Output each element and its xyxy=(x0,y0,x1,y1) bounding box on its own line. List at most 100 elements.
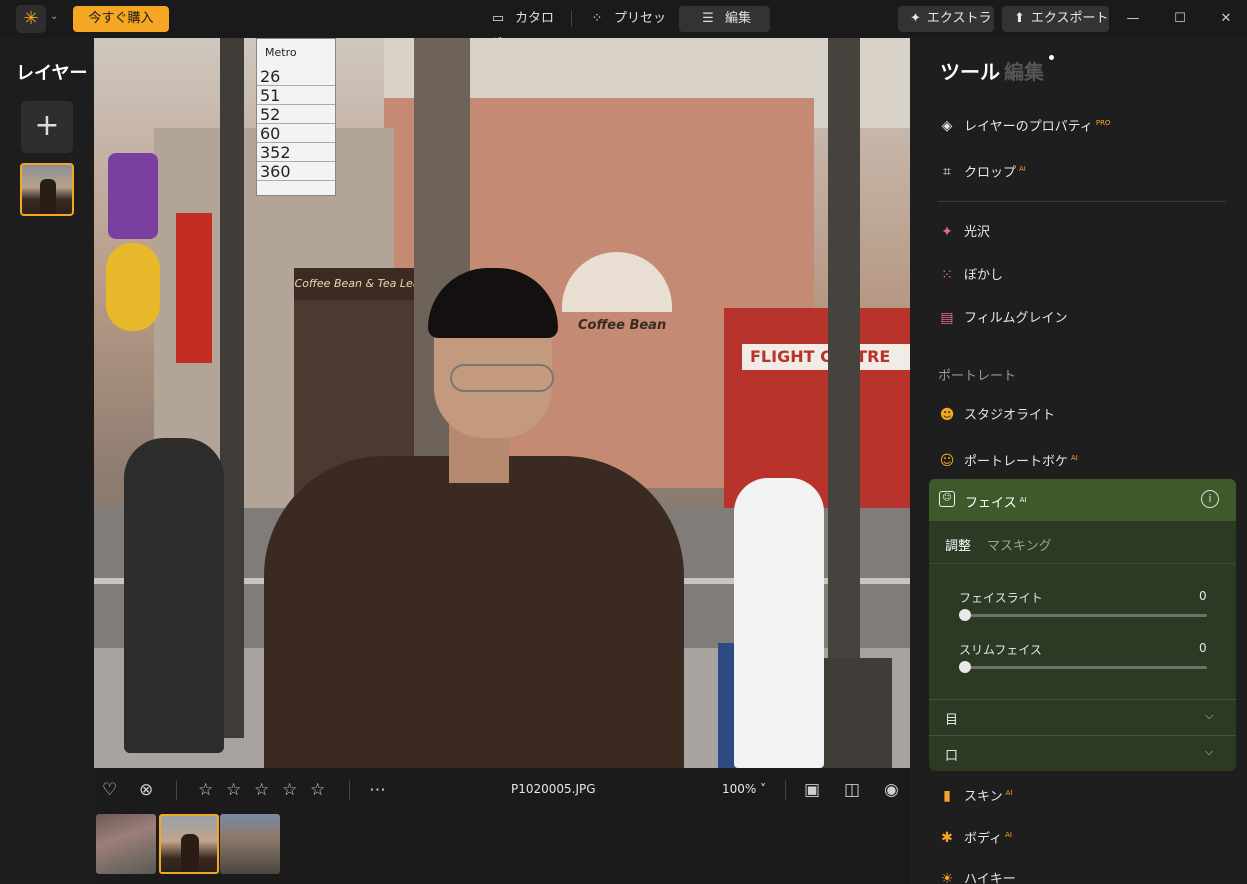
portrait-bokeh-icon: ☺ xyxy=(939,453,955,470)
accordion-label: 口 xyxy=(945,749,959,764)
tool-film-grain[interactable]: ▤ フィルムグレイン xyxy=(938,307,1067,329)
toolbar-divider xyxy=(785,780,786,800)
photo-canvas[interactable]: Coffee Bean & Tea Leaf Coffee Bean FLIGH… xyxy=(94,38,910,768)
panel-divider xyxy=(938,201,1226,202)
star-icon[interactable]: ☆ xyxy=(254,780,269,800)
extras-label: エクストラ xyxy=(926,11,992,26)
tab-masking[interactable]: マスキング xyxy=(987,535,1052,554)
sparkle-icon: ✦ xyxy=(941,224,953,240)
monitor-icon[interactable]: ▣ xyxy=(804,780,820,800)
compare-icon[interactable]: ◫ xyxy=(844,780,860,800)
heart-icon[interactable]: ♡ xyxy=(102,780,117,800)
extras-button[interactable]: ✦ エクストラ xyxy=(898,6,994,32)
tool-label: クロップ xyxy=(964,165,1017,181)
accordion-eyes[interactable]: 目 ⌵ xyxy=(929,699,1236,735)
chevron-down-icon: ⌵ xyxy=(1205,709,1214,722)
star-icon[interactable]: ☆ xyxy=(198,780,213,800)
notification-dot xyxy=(1049,55,1054,60)
filmstrip-thumbnail[interactable] xyxy=(96,814,156,874)
studio-light-icon: ☻ xyxy=(939,407,955,423)
add-layer-button[interactable]: + xyxy=(21,101,73,153)
nav-divider xyxy=(571,11,572,27)
filmstrip-thumbnail-selected[interactable] xyxy=(159,814,219,874)
filmstrip-thumbnail[interactable] xyxy=(220,814,280,874)
metro-route: 360 xyxy=(257,162,335,181)
layers-title: レイヤー xyxy=(16,63,88,84)
plus-icon: + xyxy=(34,108,60,143)
tool-high-key[interactable]: ☀ ハイキー xyxy=(938,868,1016,884)
reject-icon[interactable]: ⊗ xyxy=(139,780,153,800)
eye-icon[interactable]: ◉ xyxy=(884,780,899,800)
face-panel: ☺ フェイス AI i 調整 マスキング フェイスライト 0 スリムフェイス 0 … xyxy=(929,479,1236,771)
ai-badge: AI xyxy=(1005,789,1013,797)
accordion-label: 目 xyxy=(945,713,959,728)
film-icon: ▤ xyxy=(940,310,954,326)
tool-crop[interactable]: ⌗ クロップ AI xyxy=(938,158,1026,180)
star-icon[interactable]: ☆ xyxy=(226,780,241,800)
star-icon[interactable]: ☆ xyxy=(310,780,325,800)
zoom-dropdown[interactable]: 100% ˅ xyxy=(722,782,766,796)
body-icon: ✱ xyxy=(941,830,953,847)
metro-route: 352 xyxy=(257,143,335,162)
tool-label: 光沢 xyxy=(964,225,991,240)
chevron-down-icon: ⌵ xyxy=(1205,745,1214,758)
metro-route: 60 xyxy=(257,124,335,143)
tab-adjust[interactable]: 調整 xyxy=(945,535,971,554)
ai-badge: AI xyxy=(1019,165,1026,173)
ai-badge: AI xyxy=(1005,831,1012,839)
export-button[interactable]: ⬆ エクスポート xyxy=(1002,6,1109,32)
pro-badge: PRO xyxy=(1095,119,1111,127)
skin-icon: ▮ xyxy=(943,788,951,805)
store-sign: FLIGHT CENTRE xyxy=(742,344,910,370)
tab-edit[interactable]: ☰ 編集 xyxy=(679,6,770,32)
tool-studio-light[interactable]: ☻ スタジオライト xyxy=(938,404,1055,426)
maximize-icon[interactable]: ☐ xyxy=(1168,8,1192,30)
photo-toolbar: ♡ ⊗ ☆ ☆ ☆ ☆ ☆ ⋯ P1020005.JPG 100% ˅ ▣ ◫ … xyxy=(94,768,910,812)
blur-grid-icon: ⁙ xyxy=(941,267,953,283)
layer-thumbnail[interactable] xyxy=(20,163,74,216)
tool-portrait-bokeh[interactable]: ☺ ポートレートボケ AI xyxy=(938,447,1078,469)
panel-divider xyxy=(929,563,1236,564)
info-icon[interactable]: i xyxy=(1201,490,1219,508)
face-panel-header[interactable]: ☺ フェイス AI i xyxy=(929,479,1236,521)
tab-presets[interactable]: ⁘プリセット xyxy=(588,6,668,52)
app-logo-icon[interactable]: ✳ xyxy=(16,5,46,33)
edit-title[interactable]: 編集 xyxy=(1004,56,1044,85)
face-light-slider[interactable] xyxy=(959,614,1207,617)
face-light-value: 0 xyxy=(1199,589,1207,603)
metro-route: 26 xyxy=(257,67,335,86)
chevron-down-icon[interactable]: ⌄ xyxy=(50,11,58,22)
toolbar-divider xyxy=(349,780,350,800)
ai-badge: AI xyxy=(1071,454,1078,462)
accordion-mouth[interactable]: 口 ⌵ xyxy=(929,735,1236,771)
slim-face-slider[interactable] xyxy=(959,666,1207,669)
tool-blur[interactable]: ⁙ ぼかし xyxy=(938,264,1003,286)
portrait-section-label: ポートレート xyxy=(938,369,1017,384)
tool-label: スタジオライト xyxy=(964,408,1056,423)
tab-catalog[interactable]: ▭カタログ xyxy=(489,6,559,52)
metro-sign-header: Metro xyxy=(265,46,297,59)
layers-panel: レイヤー + xyxy=(0,38,94,884)
high-key-icon: ☀ xyxy=(940,871,954,884)
tools-title[interactable]: ツール xyxy=(940,56,1000,85)
tool-layer-properties[interactable]: ◈ レイヤーのプロパティ PRO xyxy=(938,112,1111,135)
sparkle-icon: ✦ xyxy=(910,11,921,26)
store-sign: Coffee Bean xyxy=(578,318,667,333)
tool-label: レイヤーのプロパティ xyxy=(964,119,1093,135)
tool-gloss[interactable]: ✦ 光沢 xyxy=(938,221,990,243)
tool-label: フィルムグレイン xyxy=(964,311,1068,326)
tool-body[interactable]: ✱ ボディ AI xyxy=(938,824,1012,846)
buy-now-button[interactable]: 今すぐ購入 xyxy=(73,6,169,32)
metro-route: 52 xyxy=(257,105,335,124)
tab-edit-label: 編集 xyxy=(725,11,752,26)
minimize-icon[interactable]: — xyxy=(1121,8,1145,30)
slim-face-slider-handle[interactable] xyxy=(959,661,971,673)
face-light-slider-handle[interactable] xyxy=(959,609,971,621)
close-icon[interactable]: ✕ xyxy=(1214,8,1238,30)
tool-skin[interactable]: ▮ スキン AI xyxy=(938,782,1012,804)
more-options-icon[interactable]: ⋯ xyxy=(369,780,386,800)
tool-label: ハイキー xyxy=(964,872,1016,884)
star-icon[interactable]: ☆ xyxy=(282,780,297,800)
face-icon: ☺ xyxy=(939,491,955,507)
slim-face-label: スリムフェイス xyxy=(959,643,1042,657)
